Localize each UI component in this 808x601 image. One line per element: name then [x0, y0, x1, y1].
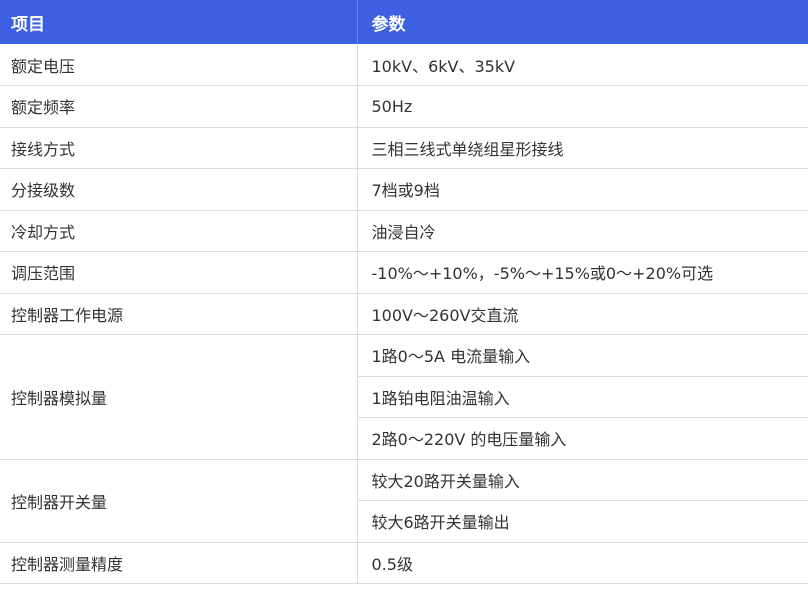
- row-value: 7档或9档: [357, 168, 808, 211]
- row-item-label: 控制器开关量: [0, 459, 358, 543]
- row-item-label: 冷却方式: [0, 210, 358, 252]
- table-row: 额定频率 50Hz: [0, 85, 808, 128]
- header-param: 参数: [357, 0, 808, 44]
- table-row: 控制器测量精度 0.5级: [0, 542, 808, 584]
- row-value: 1路铂电阻油温输入: [357, 376, 808, 418]
- row-item-label: 控制器测量精度: [0, 542, 358, 584]
- row-value: 三相三线式单绕组星形接线: [357, 127, 808, 169]
- row-value: 2路0～220V 的电压量输入: [357, 417, 808, 460]
- row-item-label: 接线方式: [0, 127, 358, 169]
- table-row: 控制器开关量 较大20路开关量输入: [0, 459, 808, 543]
- table-row: 控制器模拟量 1路0～5A 电流量输入: [0, 334, 808, 460]
- row-value: -10%～+10%，-5%～+15%或0～+20%可选: [357, 251, 808, 294]
- row-item-label: 额定电压: [0, 44, 358, 86]
- row-item-label: 控制器模拟量: [0, 334, 358, 460]
- table-row: 控制器工作电源 100V～260V交直流: [0, 293, 808, 335]
- row-value: 10kV、6kV、35kV: [357, 44, 808, 86]
- row-item-label: 分接级数: [0, 168, 358, 211]
- table-row: 调压范围 -10%～+10%，-5%～+15%或0～+20%可选: [0, 251, 808, 294]
- row-value: 1路0～5A 电流量输入: [357, 334, 808, 377]
- table-row: 额定电压 10kV、6kV、35kV: [0, 44, 808, 86]
- table-row: 接线方式 三相三线式单绕组星形接线: [0, 127, 808, 169]
- row-item-label: 调压范围: [0, 251, 358, 294]
- row-value: 油浸自冷: [357, 210, 808, 252]
- row-value: 100V～260V交直流: [357, 293, 808, 335]
- row-value: 较大6路开关量输出: [357, 500, 808, 543]
- header-item: 项目: [0, 0, 358, 44]
- table-header-row: 项目 参数: [0, 0, 808, 44]
- spec-table: 项目 参数 额定电压 10kV、6kV、35kV 额定频率 50Hz 接线方式 …: [0, 0, 808, 584]
- row-value: 50Hz: [357, 85, 808, 128]
- table-row: 冷却方式 油浸自冷: [0, 210, 808, 252]
- row-item-label: 额定频率: [0, 85, 358, 128]
- row-item-label: 控制器工作电源: [0, 293, 358, 335]
- row-value: 较大20路开关量输入: [357, 459, 808, 501]
- row-value: 0.5级: [357, 542, 808, 584]
- table-row: 分接级数 7档或9档: [0, 168, 808, 211]
